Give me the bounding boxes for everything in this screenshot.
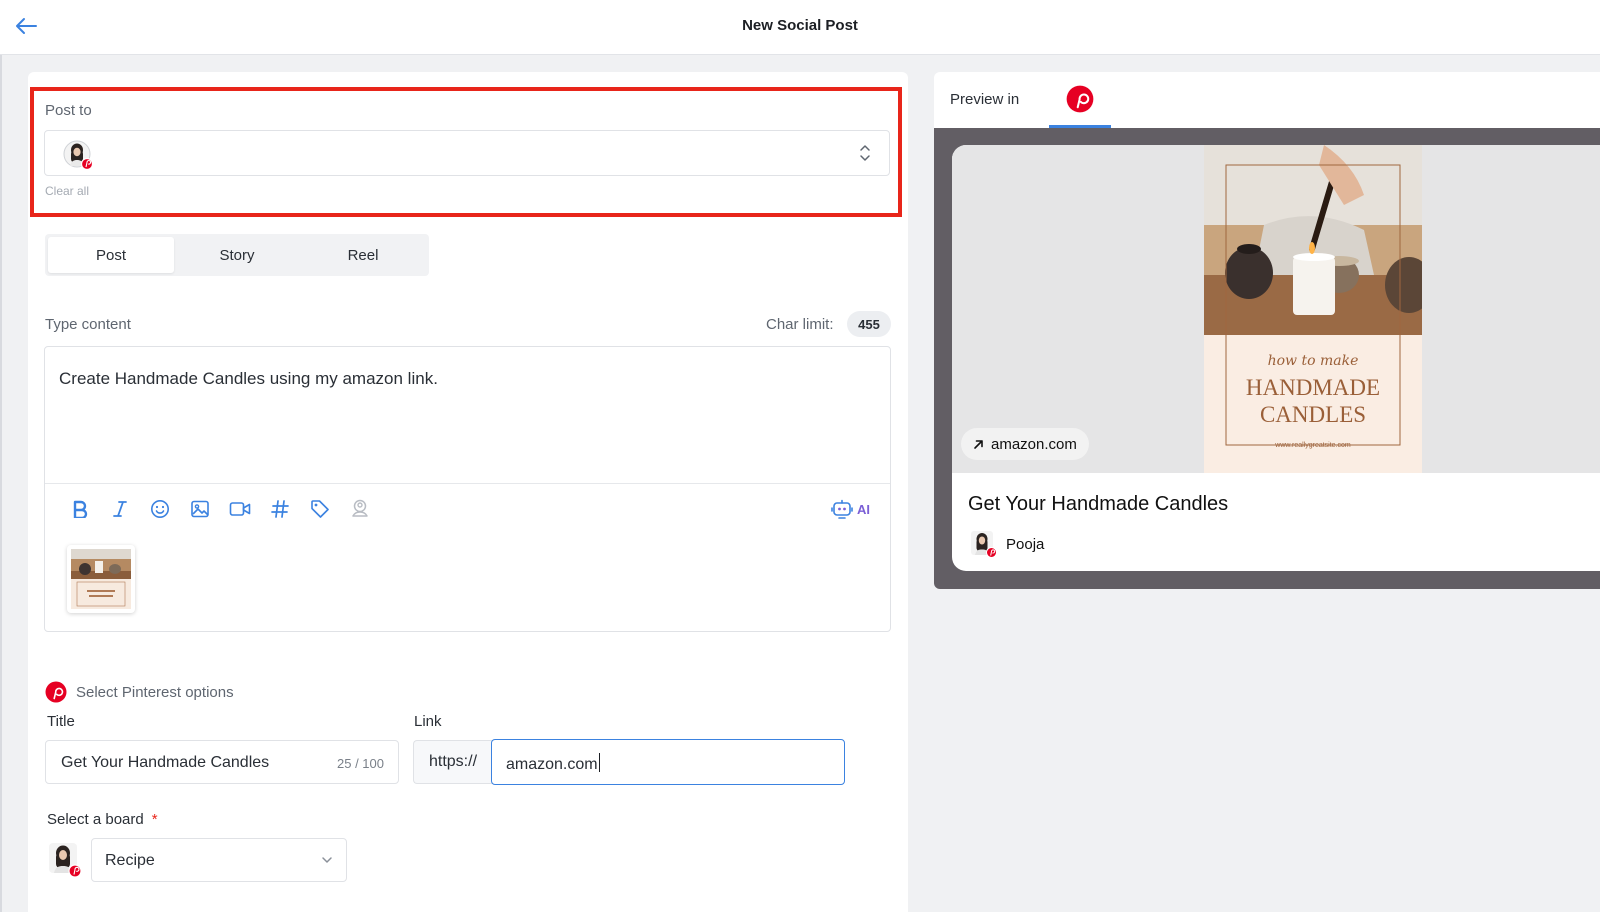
post-type-tabs: Post Story Reel xyxy=(45,234,429,276)
ai-assist-button[interactable]: AI xyxy=(831,494,870,524)
arrow-up-right-icon xyxy=(974,439,983,449)
board-account-avatar xyxy=(49,843,82,878)
emoji-button[interactable] xyxy=(145,493,175,525)
pin-domain-link[interactable]: amazon.com xyxy=(961,428,1089,460)
link-label: Link xyxy=(414,713,442,730)
required-marker: * xyxy=(151,811,158,828)
pin-title-counter: 25 / 100 xyxy=(337,756,384,771)
italic-button[interactable] xyxy=(105,493,135,525)
board-value: Recipe xyxy=(105,852,155,869)
pin-author: Pooja xyxy=(970,530,1044,558)
char-count-badge: 455 xyxy=(847,311,891,337)
pin-image-script: how to make xyxy=(1268,353,1359,369)
hashtag-button[interactable] xyxy=(265,493,295,525)
pin-link-input[interactable]: amazon.com xyxy=(491,739,845,785)
location-button[interactable] xyxy=(345,493,375,525)
ai-label: AI xyxy=(857,501,870,517)
account-avatar xyxy=(63,140,93,170)
post-to-label: Post to xyxy=(45,102,92,119)
tab-post[interactable]: Post xyxy=(48,237,174,273)
video-icon xyxy=(229,502,251,516)
sort-chevrons-icon xyxy=(860,145,870,161)
tag-button[interactable] xyxy=(305,493,335,525)
pinterest-options-label: Select Pinterest options xyxy=(76,683,234,701)
type-content-label: Type content xyxy=(45,316,131,333)
preview-header: Preview in xyxy=(934,72,1600,128)
pin-domain-text: amazon.com xyxy=(991,435,1077,453)
emoji-icon xyxy=(151,500,169,518)
board-label-text: Select a board xyxy=(47,811,144,828)
pin-image-line1: HANDMADE xyxy=(1246,375,1380,400)
window-edge xyxy=(0,55,2,912)
board-select[interactable]: Recipe xyxy=(91,838,347,882)
pinterest-icon xyxy=(45,681,67,703)
video-button[interactable] xyxy=(225,493,255,525)
text-caret xyxy=(598,753,600,772)
candle-pin-image: how to make HANDMADE CANDLES www.reallyg… xyxy=(1204,145,1422,473)
chevron-down-icon xyxy=(322,857,332,863)
clear-all-link[interactable]: Clear all xyxy=(45,184,89,198)
preview-tab-pinterest[interactable] xyxy=(1049,72,1111,128)
pinterest-options-header: Select Pinterest options xyxy=(45,681,234,703)
author-avatar xyxy=(971,531,997,558)
bold-icon xyxy=(73,500,88,518)
account-selector[interactable] xyxy=(44,130,890,176)
pin-preview-title: Get Your Handmade Candles xyxy=(968,493,1229,515)
pin-image-line2: CANDLES xyxy=(1260,402,1366,427)
top-bar: New Social Post xyxy=(0,0,1600,55)
char-limit-label: Char limit: xyxy=(766,316,834,333)
image-icon xyxy=(191,500,209,518)
board-label: Select a board * xyxy=(47,811,158,828)
pin-title-input[interactable]: Get Your Handmade Candles 25 / 100 xyxy=(45,740,399,784)
italic-icon xyxy=(113,501,127,517)
preview-label: Preview in xyxy=(950,91,1020,108)
editor-divider xyxy=(45,483,890,484)
attached-image-thumbnail[interactable] xyxy=(67,545,135,613)
pinterest-icon xyxy=(1066,85,1094,112)
hashtag-icon xyxy=(271,500,289,518)
ai-robot-icon xyxy=(831,499,853,519)
tab-story[interactable]: Story xyxy=(174,237,300,273)
content-text[interactable]: Create Handmade Candles using my amazon … xyxy=(59,369,438,389)
editor-toolbar xyxy=(65,493,375,525)
pin-link-value: amazon.com xyxy=(506,756,598,773)
pin-preview-card: how to make HANDMADE CANDLES www.reallyg… xyxy=(952,145,1600,571)
pin-image-site: www.reallygreatsite.com xyxy=(1274,442,1351,449)
title-label: Title xyxy=(47,713,75,730)
candle-thumbnail-image xyxy=(71,549,131,609)
tag-icon xyxy=(311,500,329,518)
link-prefix: https:// xyxy=(413,740,492,784)
page-title: New Social Post xyxy=(742,17,858,34)
image-button[interactable] xyxy=(185,493,215,525)
content-editor[interactable]: Create Handmade Candles using my amazon … xyxy=(44,346,891,632)
location-icon xyxy=(352,499,368,517)
author-name: Pooja xyxy=(1006,535,1045,553)
pin-title-value: Get Your Handmade Candles xyxy=(61,754,270,771)
tab-reel[interactable]: Reel xyxy=(300,237,426,273)
pin-media: how to make HANDMADE CANDLES www.reallyg… xyxy=(952,145,1600,473)
preview-frame: how to make HANDMADE CANDLES www.reallyg… xyxy=(934,128,1600,589)
bold-button[interactable] xyxy=(65,493,95,525)
